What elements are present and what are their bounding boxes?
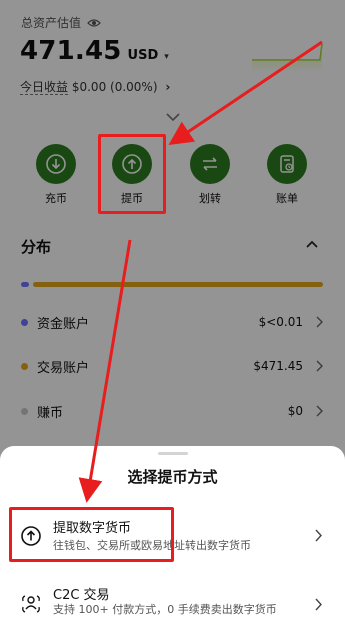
distribution-title: 分布 (21, 238, 52, 256)
collapse-chevron-icon[interactable] (305, 240, 319, 249)
eye-icon[interactable] (87, 18, 101, 28)
deposit-label: 充币 (45, 192, 67, 205)
account-name: 赚币 (37, 405, 64, 421)
bill-label: 账单 (276, 192, 298, 205)
sparkline-chart (252, 43, 323, 72)
account-name: 交易账户 (37, 360, 90, 376)
sheet-grabber[interactable] (158, 452, 188, 455)
account-name: 资金账户 (37, 316, 90, 332)
currency-selector[interactable]: USD (128, 48, 159, 63)
chevron-right-icon: › (165, 80, 171, 94)
option-desc: 支持 100+ 付款方式，0 手续费卖出数字货币 (53, 603, 277, 616)
chevron-right-icon (316, 360, 323, 372)
bill-button[interactable]: 账单 (257, 142, 317, 206)
account-value: $471.45 (253, 359, 303, 373)
account-row-trading[interactable]: 交易账户 $471.45 (21, 354, 323, 378)
deposit-icon (36, 144, 76, 184)
pnl-label: 今日收益 (20, 80, 69, 95)
transfer-button[interactable]: 划转 (180, 142, 240, 206)
option-c2c[interactable]: C2C 交易 支持 100+ 付款方式，0 手续费卖出数字货币 (0, 578, 345, 631)
trading-segment (33, 282, 323, 287)
account-value: $0 (287, 404, 303, 418)
funding-segment (21, 282, 29, 287)
trading-dot (21, 362, 28, 370)
bill-icon (267, 144, 307, 184)
account-row-earn[interactable]: 赚币 $0 (21, 399, 323, 423)
caret-down-icon[interactable]: ▾ (164, 52, 169, 62)
chevron-right-icon (315, 598, 322, 611)
transfer-label: 划转 (199, 192, 221, 205)
distribution-bar (21, 282, 323, 287)
option-title: C2C 交易 (53, 588, 110, 603)
withdraw-highlight-box (98, 134, 166, 214)
asset-label-text: 总资产估值 (21, 16, 82, 30)
account-value: $<0.01 (258, 315, 303, 329)
total-asset-label: 总资产估值 (21, 14, 101, 31)
crypto-option-highlight-box (9, 507, 174, 562)
pnl-value: $0.00 (0.00%) (71, 80, 158, 94)
chevron-right-icon (316, 316, 323, 328)
chevron-right-icon (315, 529, 322, 542)
earn-dot (21, 407, 28, 415)
chevron-right-icon (316, 405, 323, 417)
total-amount: 471.45 USD ▾ (20, 36, 169, 66)
amount-value: 471.45 (20, 36, 122, 66)
sheet-title: 选择提币方式 (127, 468, 218, 486)
action-bar: 充币 提币 划转 账单 (0, 142, 345, 212)
c2c-users-icon (22, 595, 40, 613)
deposit-button[interactable]: 充币 (26, 142, 86, 206)
transfer-icon (190, 144, 230, 184)
today-pnl[interactable]: 今日收益 $0.00 (0.00%) › (20, 78, 170, 95)
expand-chevron-icon[interactable] (165, 112, 181, 122)
account-row-funding[interactable]: 资金账户 $<0.01 (21, 310, 323, 334)
funding-dot (21, 318, 28, 326)
